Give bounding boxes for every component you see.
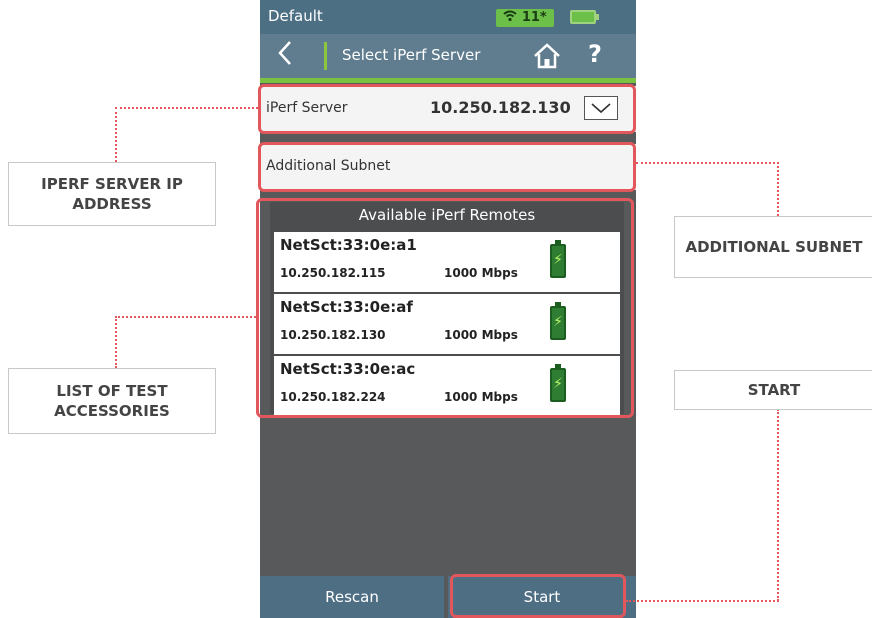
callout-start: START bbox=[674, 370, 872, 410]
status-bar: Default 11* bbox=[260, 0, 636, 34]
leader-line bbox=[115, 107, 258, 109]
leader-line bbox=[115, 316, 117, 368]
profile-name: Default bbox=[268, 7, 323, 25]
callout-additional-subnet: ADDITIONAL SUBNET bbox=[674, 216, 872, 278]
leader-line bbox=[636, 162, 779, 164]
leader-line bbox=[115, 316, 256, 318]
leader-line bbox=[777, 162, 779, 216]
accent-strip bbox=[260, 78, 636, 83]
wifi-status-badge: 11* bbox=[496, 9, 554, 27]
iperf-server-highlight bbox=[258, 84, 636, 134]
screen-title: Select iPerf Server bbox=[342, 46, 481, 64]
home-button[interactable] bbox=[532, 42, 562, 74]
battery-icon bbox=[570, 10, 599, 24]
remotes-list-highlight bbox=[256, 198, 634, 418]
callout-iperf-server-ip: IPERF SERVER IP ADDRESS bbox=[8, 162, 216, 226]
chevron-left-icon bbox=[278, 41, 291, 65]
rescan-button[interactable]: Rescan bbox=[260, 576, 444, 618]
leader-line bbox=[626, 600, 779, 602]
title-divider bbox=[324, 42, 327, 70]
wifi-signal-label: 11* bbox=[521, 10, 547, 25]
help-button[interactable]: ? bbox=[588, 40, 602, 68]
additional-subnet-highlight bbox=[258, 142, 636, 192]
start-highlight bbox=[450, 574, 626, 618]
wifi-icon bbox=[503, 10, 517, 22]
back-button[interactable] bbox=[276, 39, 294, 74]
callout-test-accessories: LIST OF TEST ACCESSORIES bbox=[8, 368, 216, 434]
leader-line bbox=[115, 107, 117, 162]
title-bar: Select iPerf Server ? bbox=[260, 34, 636, 78]
leader-line bbox=[777, 409, 779, 601]
home-icon bbox=[534, 43, 560, 69]
